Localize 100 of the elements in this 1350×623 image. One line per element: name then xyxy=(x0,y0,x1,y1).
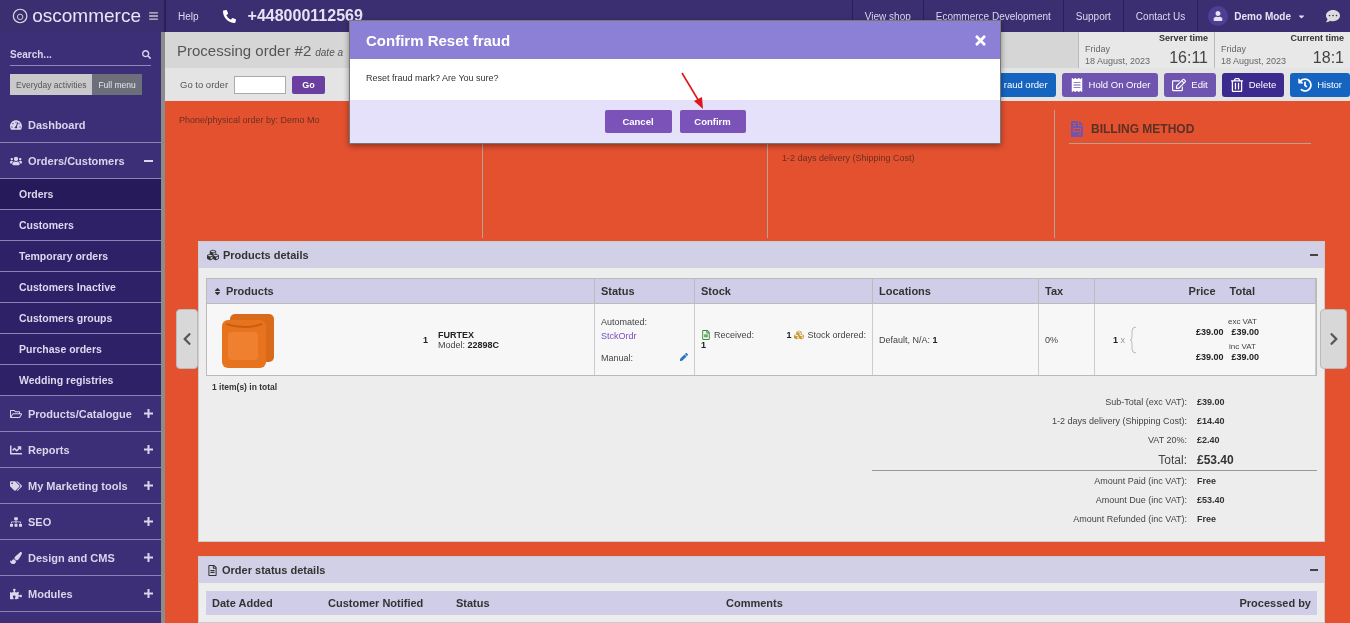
next-button[interactable] xyxy=(1320,309,1347,369)
avatar-icon xyxy=(1208,6,1229,26)
expand-icon[interactable] xyxy=(144,481,153,490)
total-value: Free xyxy=(1197,475,1217,486)
menu-mode-tab[interactable]: Full menu xyxy=(92,74,142,95)
price-value: £39.00 xyxy=(1195,327,1224,337)
total-value: £53.40 xyxy=(1197,494,1226,505)
cancel-button[interactable]: Cancel xyxy=(604,110,672,133)
menu-icon[interactable] xyxy=(149,11,158,21)
chart-icon xyxy=(10,443,22,456)
product-model: Model: 22898C xyxy=(438,339,501,350)
price-value: £39.00 xyxy=(1231,352,1259,362)
action-button[interactable]: Hold On Order xyxy=(1061,72,1159,97)
column-header: Price Total xyxy=(1095,279,1316,303)
receipt-icon xyxy=(1069,77,1084,92)
folder-icon xyxy=(10,407,22,420)
search-field[interactable]: Search... xyxy=(10,44,151,66)
stock-value: 1 xyxy=(701,339,707,350)
collapse-icon[interactable] xyxy=(144,159,153,162)
quantity: 1 xyxy=(423,334,428,345)
sidebar-item[interactable]: Products/Catalogue xyxy=(0,396,161,432)
total-value: £39.00 xyxy=(1197,396,1226,407)
order-by-text: Phone/physical order by: Demo Mo xyxy=(179,115,320,125)
sidebar-subitem[interactable]: Orders xyxy=(0,179,161,210)
stock-value: 1 xyxy=(786,329,792,340)
phone-number: +448000112569 xyxy=(246,7,363,25)
status-link[interactable]: StckOrdr xyxy=(601,330,688,341)
received-icon xyxy=(701,329,711,340)
total-label: Amount Paid (inc VAT): xyxy=(1093,475,1188,486)
brush-icon xyxy=(10,551,22,564)
sidebar-item[interactable]: Design and CMS xyxy=(0,540,161,576)
shipping-method-text: 1-2 days delivery (Shipping Cost) xyxy=(782,153,916,163)
location-text: Default, N/A: 1 xyxy=(879,334,938,345)
clock-panel: Server time Friday 18 August, 2023 16:11 xyxy=(1078,32,1214,68)
total-label: VAT 20%: xyxy=(1146,434,1188,445)
logo-text: oscommerce xyxy=(32,5,141,27)
column-header: Comments xyxy=(720,591,1234,615)
total-value: £14.40 xyxy=(1197,415,1226,426)
column-header[interactable]: Products xyxy=(207,279,595,303)
billing-heading: BILLING METHOD xyxy=(1091,122,1195,136)
expand-icon[interactable] xyxy=(144,589,153,598)
column-header: Status xyxy=(450,591,720,615)
sidebar-subitem[interactable]: Customers xyxy=(0,210,161,241)
order-number-field[interactable] xyxy=(234,75,287,94)
status-label: Automated: xyxy=(601,316,649,327)
expand-icon[interactable] xyxy=(144,553,153,562)
previous-button[interactable] xyxy=(176,309,198,369)
edit-icon xyxy=(1172,77,1187,92)
sidebar-item[interactable]: My Marketing tools xyxy=(0,468,161,504)
column-header: Locations xyxy=(873,279,1039,303)
column-header: Customer Notified xyxy=(322,591,450,615)
tax-rate: 0% xyxy=(1045,334,1058,345)
history-icon xyxy=(1298,77,1313,92)
edit-icon[interactable] xyxy=(680,352,688,361)
users-icon xyxy=(10,154,22,167)
column-header: Status xyxy=(595,279,695,303)
column-header: Stock xyxy=(695,279,873,303)
product-name: FURTEX xyxy=(438,329,475,340)
tag-icon xyxy=(10,479,22,492)
sidebar-item[interactable]: Modules xyxy=(0,576,161,612)
close-icon[interactable] xyxy=(973,32,988,48)
column-header: Tax xyxy=(1039,279,1095,303)
sidebar-subitem[interactable]: Customers Inactive xyxy=(0,272,161,303)
item-count: 1 item(s) in total xyxy=(211,381,279,392)
panel-title: Order status details xyxy=(222,564,326,576)
search-icon[interactable] xyxy=(142,50,151,59)
chat-icon[interactable] xyxy=(1326,9,1340,23)
status-label: Manual: xyxy=(601,352,634,363)
clock-panel: Current time Friday 18 August, 2023 18:1 xyxy=(1214,32,1350,68)
dialog-message: Reset fraud mark? Are You sure? xyxy=(366,73,499,83)
sidebar-subitem[interactable]: Wedding registries xyxy=(0,365,161,396)
column-header: Date Added xyxy=(206,591,322,615)
expand-icon[interactable] xyxy=(144,445,153,454)
brace-icon xyxy=(1129,325,1138,354)
dialog-title: Confirm Reset fraud xyxy=(366,31,511,49)
goto-label: Go to order xyxy=(180,79,229,90)
stock-label: Stock ordered: xyxy=(807,329,866,340)
menu-mode-tab[interactable]: Everyday activities xyxy=(10,74,93,95)
box-icon xyxy=(794,329,805,340)
sort-icon[interactable] xyxy=(213,286,222,296)
action-button[interactable]: Histor xyxy=(1290,72,1350,97)
sidebar-item[interactable]: Reports xyxy=(0,432,161,468)
sidebar-item[interactable]: SEO xyxy=(0,504,161,540)
sidebar-subitem[interactable]: Temporary orders xyxy=(0,241,161,272)
action-button[interactable]: Edit xyxy=(1164,72,1216,97)
total-value: Free xyxy=(1197,513,1217,524)
price-quantity: 1 x xyxy=(1113,334,1126,345)
sidebar-item[interactable]: Dashboard xyxy=(0,107,161,143)
document-icon xyxy=(207,564,218,576)
sidebar-subitem[interactable]: Purchase orders xyxy=(0,334,161,365)
sidebar-subitem[interactable]: Customers groups xyxy=(0,303,161,334)
action-button[interactable]: Delete xyxy=(1221,72,1285,97)
expand-icon[interactable] xyxy=(144,517,153,526)
page-title: Processing order #2 date a xyxy=(177,41,344,59)
price-value: £39.00 xyxy=(1195,352,1224,362)
price-value: £39.00 xyxy=(1231,327,1259,337)
expand-icon[interactable] xyxy=(144,409,153,418)
total-value: £53.40 xyxy=(1197,452,1235,467)
confirm-button[interactable]: Confirm xyxy=(679,110,746,133)
go-button[interactable]: Go xyxy=(292,75,326,94)
